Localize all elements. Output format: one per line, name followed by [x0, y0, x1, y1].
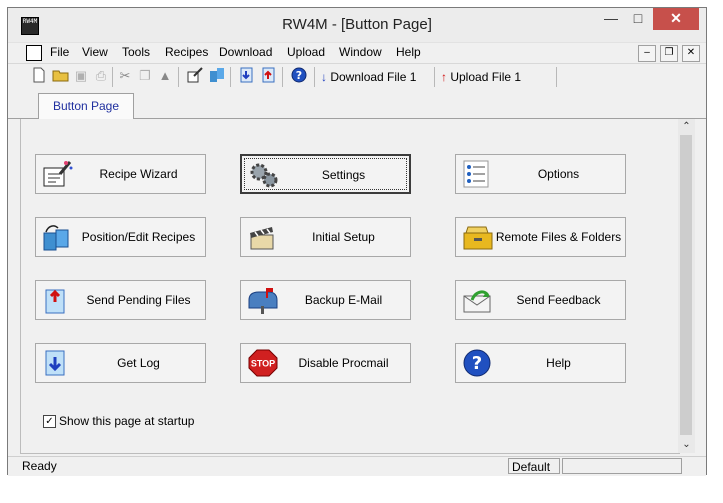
scroll-thumb[interactable] [680, 135, 692, 435]
upload-file-button[interactable]: ↑ Upload File 1 [441, 67, 521, 87]
menu-window[interactable]: Window [339, 45, 382, 59]
folder-cabinet-icon [462, 223, 494, 251]
disable-procmail-button[interactable]: STOP Disable Procmail [240, 343, 411, 383]
feedback-envelope-icon [462, 286, 494, 314]
get-log-icon [42, 349, 74, 377]
menu-view[interactable]: View [82, 45, 108, 59]
send-pending-files-label: Send Pending Files [86, 293, 191, 307]
show-at-startup-checkbox[interactable]: ✓ [43, 415, 56, 428]
gears-icon [248, 161, 280, 189]
backup-email-button[interactable]: Backup E-Mail [240, 280, 411, 320]
download-file-button[interactable]: ↓ Download File 1 [321, 67, 416, 87]
menu-tools[interactable]: Tools [122, 45, 150, 59]
list-icon [462, 160, 494, 188]
settings-button[interactable]: Settings [240, 154, 411, 194]
clapperboard-icon [247, 223, 279, 251]
backup-email-label: Backup E-Mail [304, 293, 383, 307]
help-toolbar-icon[interactable]: ? [290, 67, 308, 85]
send-feedback-button[interactable]: Send Feedback [455, 280, 626, 320]
position-edit-recipes-button[interactable]: Position/Edit Recipes [35, 217, 206, 257]
get-log-button[interactable]: Get Log [35, 343, 206, 383]
menu-upload[interactable]: Upload [287, 45, 325, 59]
help-label: Help [546, 356, 571, 370]
position-edit-icon [42, 223, 74, 251]
new-file-icon[interactable] [30, 67, 48, 85]
upload-file-label: Upload File 1 [450, 70, 522, 84]
recipe-wizard-button[interactable]: Recipe Wizard [35, 154, 206, 194]
recipe-wizard-icon [42, 160, 74, 188]
menu-help[interactable]: Help [396, 45, 421, 59]
help-button[interactable]: ? Help [455, 343, 626, 383]
menu-download[interactable]: Download [219, 45, 272, 59]
download-toolbar-icon[interactable] [238, 67, 256, 85]
settings-label: Settings [321, 168, 366, 182]
wizard-toolbar-icon[interactable] [186, 67, 204, 85]
mdi-minimize-button[interactable]: – [638, 45, 656, 62]
status-profile-pane: Default [508, 458, 560, 474]
app-window: RW4M RW4M - [Button Page] — □ ✕ File Vie… [7, 7, 707, 476]
save-icon: ▣ [74, 68, 88, 83]
scroll-down-icon[interactable]: ⌄ [678, 437, 695, 453]
button-page-panel: Recipe Wizard Settings Options Position/… [20, 119, 680, 454]
initial-setup-label: Initial Setup [312, 230, 375, 244]
scroll-up-icon[interactable]: ⌃ [678, 119, 695, 135]
send-pending-files-button[interactable]: Send Pending Files [35, 280, 206, 320]
get-log-label: Get Log [117, 356, 160, 370]
send-pending-icon [42, 286, 74, 314]
copy-icon: ❐ [139, 68, 151, 83]
title-bar[interactable]: RW4M RW4M - [Button Page] — □ ✕ [8, 8, 706, 42]
tab-button-page[interactable]: Button Page [38, 93, 134, 119]
arrow-down-icon: ↓ [321, 70, 327, 84]
options-button[interactable]: Options [455, 154, 626, 194]
vertical-scrollbar[interactable]: ⌃ ⌄ [678, 119, 695, 453]
open-folder-icon[interactable] [52, 67, 70, 85]
download-file-label: Download File 1 [330, 70, 417, 84]
menu-bar: File View Tools Recipes Download Upload … [8, 42, 706, 63]
cut-icon: ✂ [119, 68, 131, 83]
send-feedback-label: Send Feedback [516, 293, 601, 307]
svg-text:?: ? [296, 69, 302, 82]
help-icon: ? [462, 349, 494, 377]
svg-text:?: ? [472, 353, 482, 374]
menu-file[interactable]: File [50, 45, 69, 59]
status-bar: Ready Default [8, 456, 706, 476]
close-window-button[interactable]: ✕ [653, 8, 699, 30]
arrow-up-icon: ↑ [441, 70, 447, 84]
show-at-startup-label: Show this page at startup [59, 414, 195, 428]
status-empty-pane [562, 458, 682, 474]
position-edit-recipes-label: Position/Edit Recipes [81, 230, 196, 244]
options-label: Options [537, 167, 580, 181]
document-menu-icon[interactable] [26, 45, 42, 61]
remote-files-folders-button[interactable]: Remote Files & Folders [455, 217, 626, 257]
maximize-window-button[interactable]: □ [625, 8, 651, 30]
svg-text:STOP: STOP [251, 359, 275, 369]
stop-sign-icon: STOP [247, 349, 279, 377]
disable-procmail-label: Disable Procmail [298, 356, 389, 370]
upload-toolbar-icon[interactable] [260, 67, 278, 85]
mailbox-icon [247, 286, 279, 314]
status-text: Ready [22, 459, 57, 473]
print-icon: ⎙ [95, 68, 107, 83]
remote-files-folders-label: Remote Files & Folders [495, 230, 622, 244]
paste-icon: ▲ [158, 68, 172, 83]
mdi-restore-button[interactable]: ❐ [660, 45, 678, 62]
menu-recipes[interactable]: Recipes [165, 45, 208, 59]
toolbar: ▣ ⎙ ✂ ❐ ▲ ? ↓ Download File 1 ↑ Upload F… [8, 63, 706, 91]
recipe-wizard-label: Recipe Wizard [99, 167, 178, 181]
initial-setup-button[interactable]: Initial Setup [240, 217, 411, 257]
minimize-window-button[interactable]: — [598, 8, 624, 30]
position-toolbar-icon[interactable] [208, 67, 226, 85]
mdi-close-button[interactable]: ✕ [682, 45, 700, 62]
tab-bar: Button Page [8, 90, 706, 119]
